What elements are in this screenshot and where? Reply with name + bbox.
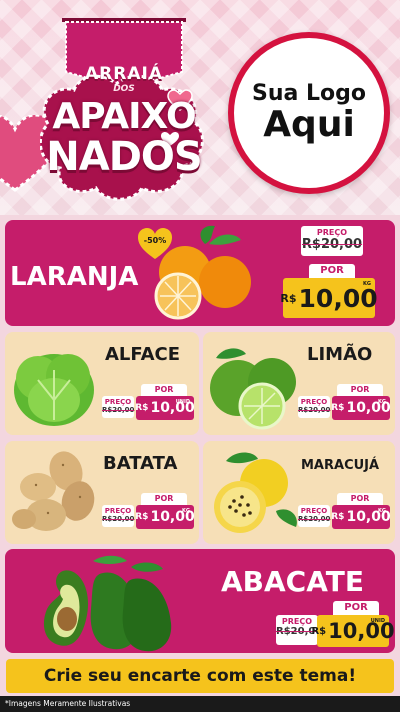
product-name: BATATA <box>103 453 178 474</box>
banner-line-nados: NADOS <box>46 134 202 180</box>
product-name: LARANJA <box>10 262 139 292</box>
old-price-label: PREÇO <box>104 398 132 406</box>
logo-placeholder[interactable]: Sua Logo Aqui <box>228 32 390 194</box>
por-label: POR <box>333 601 379 615</box>
por-label: POR <box>337 384 383 396</box>
banner-line-apaixo: APAIXO <box>52 96 196 137</box>
old-price-box: PREÇO R$20,00 <box>298 396 330 418</box>
old-price-box: PREÇO R$20,00 <box>298 505 330 527</box>
old-price-label: PREÇO <box>300 507 328 515</box>
old-price-value: R$20,00 <box>102 515 135 523</box>
por-label: POR <box>309 264 355 278</box>
featured-card-laranja[interactable]: LARANJA PREÇO R$20,00 POR R$ 10,00 KG <box>5 220 395 326</box>
price-unit: KG <box>363 281 371 287</box>
new-price-value: 10,00 <box>298 283 378 313</box>
product-card-batata[interactable]: BATATA POR PREÇO R$20,00 R$ 10,00 KG <box>5 441 199 544</box>
new-price-box: R$ 10,00 UNID <box>311 615 395 647</box>
price-unit: UNID <box>175 399 190 405</box>
price-unit: KG <box>182 508 190 514</box>
old-price-label: PREÇO <box>281 617 313 626</box>
avocado-image-icon <box>43 555 172 652</box>
old-price-box: PREÇO R$20,00 <box>102 505 134 527</box>
currency-symbol: R$ <box>331 403 345 413</box>
old-price-label: PREÇO <box>316 228 348 237</box>
discount-label: -50% <box>143 236 167 245</box>
old-price-label: PREÇO <box>104 507 132 515</box>
product-card-maracuja[interactable]: MARACUJÁ POR PREÇO R$20,00 R$ 10,00 KG <box>203 441 395 544</box>
festival-banner: ARRAIÁ DOS APAIXO NADOS <box>40 14 208 204</box>
new-price-box: R$ 10,00 UNID <box>135 396 195 420</box>
footnote: *Imagens Meramente Ilustrativas <box>0 696 400 712</box>
old-price-value: R$20,00 <box>102 406 135 414</box>
new-price-box: R$ 10,00 KG <box>135 505 195 529</box>
price-unit: KG <box>378 399 386 405</box>
product-card-limao[interactable]: LIMÃO POR PREÇO R$20,00 R$ 10,00 KG <box>203 332 395 435</box>
new-price-box: R$ 10,00 KG <box>331 505 391 529</box>
currency-symbol: R$ <box>135 403 149 413</box>
header: ARRAIÁ DOS APAIXO NADOS Sua Logo Aqui <box>0 0 400 215</box>
banner-line-dos: DOS <box>113 84 135 94</box>
old-price-value: R$20,00 <box>301 237 363 252</box>
currency-symbol: R$ <box>331 512 345 522</box>
product-card-alface[interactable]: ALFACE POR PREÇO R$20,00 R$ 10,00 UNID <box>5 332 199 435</box>
featured-card-abacate[interactable]: ABACATE POR PREÇO R$20,00 R$ 10,00 UNID <box>5 549 395 653</box>
lime-image-icon <box>210 348 296 430</box>
price-unit: KG <box>378 508 386 514</box>
product-name: ABACATE <box>221 565 364 598</box>
lettuce-image-icon <box>14 354 94 426</box>
old-price-box: PREÇO R$20,00 <box>301 226 363 256</box>
logo-text-line1: Sua Logo <box>251 81 366 106</box>
por-label: POR <box>337 493 383 505</box>
old-price-value: R$20,00 <box>298 515 331 523</box>
por-label: POR <box>141 384 187 396</box>
product-name: LIMÃO <box>307 344 373 365</box>
banner-line-arraia: ARRAIÁ <box>85 64 163 84</box>
currency-symbol: R$ <box>311 625 327 637</box>
product-name: ALFACE <box>105 344 181 365</box>
new-price-box: R$ 10,00 KG <box>331 396 391 420</box>
por-label: POR <box>141 493 187 505</box>
potato-image-icon <box>12 451 95 531</box>
price-unit: UNID <box>370 618 385 624</box>
logo-text-line2: Aqui <box>263 104 355 146</box>
old-price-box: PREÇO R$20,00 <box>102 396 134 418</box>
old-price-label: PREÇO <box>300 398 328 406</box>
product-name: MARACUJÁ <box>301 458 380 473</box>
currency-symbol: R$ <box>135 512 149 522</box>
new-price-box: R$ 10,00 KG <box>280 278 378 318</box>
old-price-value: R$20,00 <box>298 406 331 414</box>
cta-banner[interactable]: Crie seu encarte com este tema! <box>6 659 394 693</box>
passion-fruit-image-icon <box>214 452 297 533</box>
currency-symbol: R$ <box>280 291 297 305</box>
